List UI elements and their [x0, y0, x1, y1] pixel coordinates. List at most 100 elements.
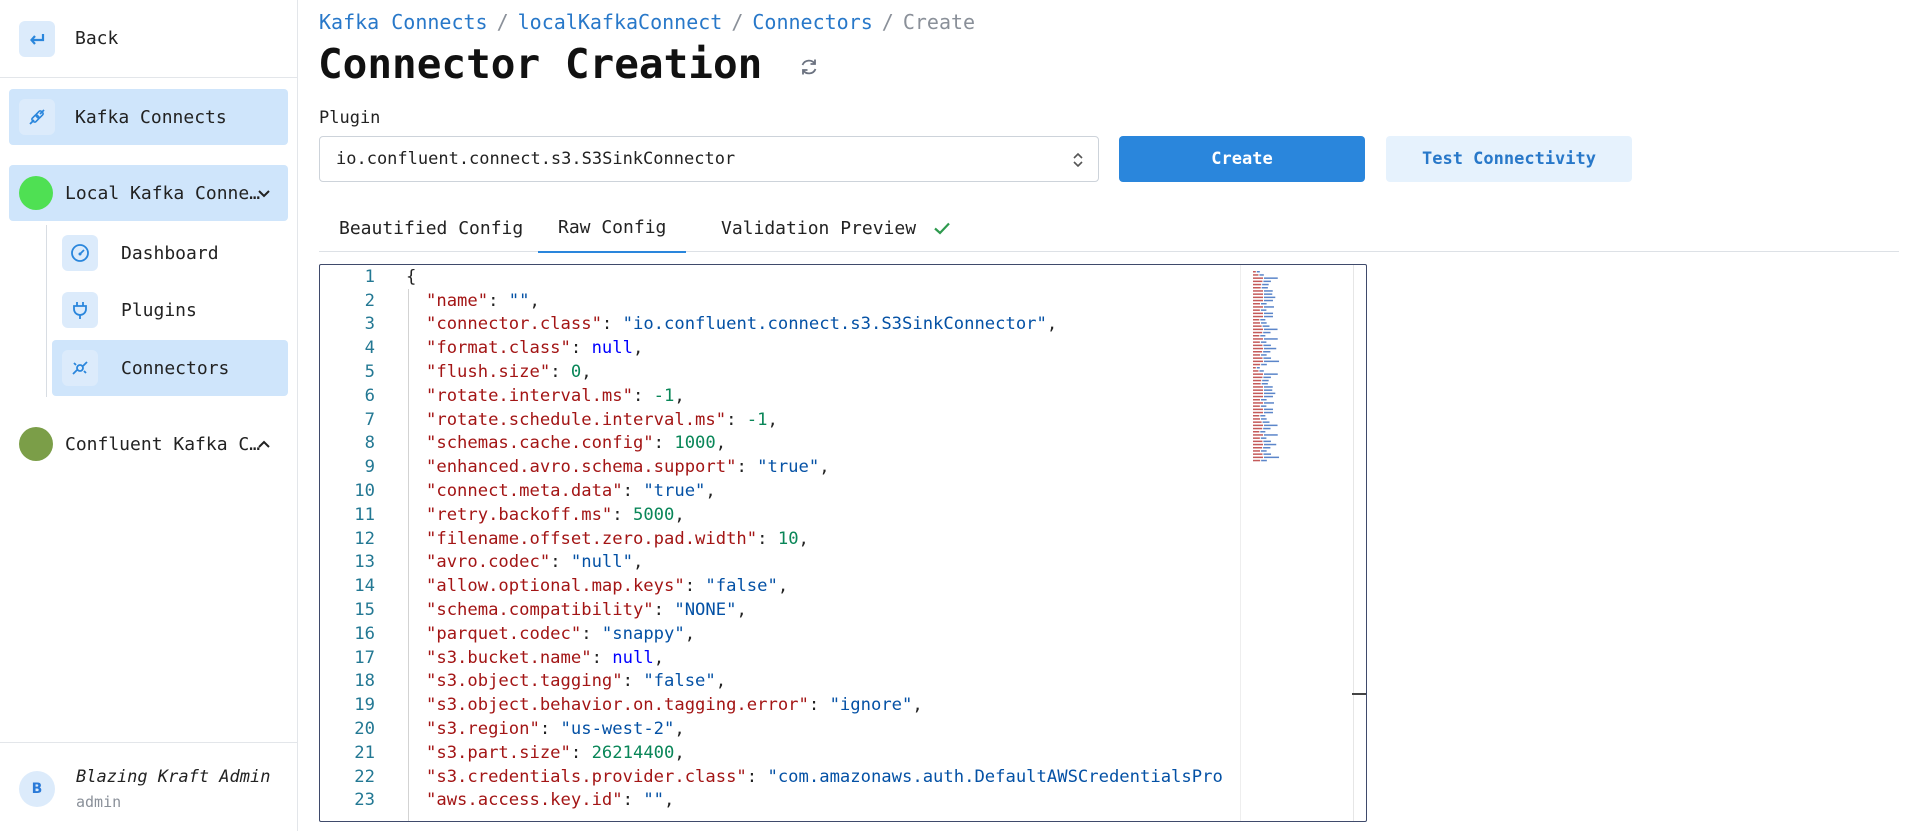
code-token: "filename.offset.zero.pad.width": [426, 528, 758, 549]
code-line[interactable]: 14 "allow.optional.map.keys": "false",: [320, 574, 1240, 598]
code-line[interactable]: 4 "format.class": null,: [320, 336, 1240, 360]
code-token: "": [643, 790, 665, 811]
code-token: ,: [1046, 314, 1058, 335]
code-token: ,: [664, 790, 675, 811]
tab-validation-preview[interactable]: Validation Preview: [701, 204, 972, 252]
line-number: 19: [354, 695, 375, 716]
back-label: Back: [75, 28, 119, 49]
sidebar-item-dashboard[interactable]: Dashboard: [52, 225, 288, 281]
code-token: "rotate.interval.ms": [426, 385, 633, 406]
user-profile[interactable]: B Blazing Kraft Admin admin: [0, 742, 298, 831]
code-line[interactable]: 7 "rotate.schedule.interval.ms": -1,: [320, 408, 1240, 432]
code-token: :: [570, 338, 592, 359]
code-line[interactable]: 6 "rotate.interval.ms": -1,: [320, 384, 1240, 408]
breadcrumb-link-local-kafka-connect[interactable]: localKafkaConnect: [518, 10, 723, 34]
code-line[interactable]: 18 "s3.object.tagging": "false",: [320, 670, 1240, 694]
code-token: :: [612, 504, 633, 525]
code-token: ,: [632, 552, 644, 573]
refresh-icon[interactable]: [798, 56, 820, 78]
breadcrumb-separator: /: [731, 10, 744, 34]
sidebar-item-kafka-connects[interactable]: Kafka Connects: [9, 89, 288, 145]
user-name: Blazing Kraft Admin: [76, 767, 271, 787]
line-number: 9: [364, 457, 375, 478]
code-text: "parquet.codec": "snappy",: [426, 624, 695, 644]
create-button[interactable]: Create: [1119, 136, 1365, 182]
code-line[interactable]: 5 "flush.size": 0,: [320, 360, 1240, 384]
code-token: :: [622, 481, 644, 502]
sidebar-item-confluent-kafka-connect[interactable]: Confluent Kafka C…: [9, 416, 288, 472]
code-token: "parquet.codec": [426, 623, 582, 644]
code-token: null: [591, 338, 633, 359]
minimap-preview: [1253, 271, 1280, 462]
code-token: 26214400: [591, 742, 675, 763]
line-number: 12: [354, 528, 375, 549]
code-line[interactable]: 2 "name": "",: [320, 289, 1240, 313]
scrollbar-track[interactable]: [1353, 265, 1354, 821]
tab-raw-config[interactable]: Raw Config: [538, 204, 687, 253]
code-token: "io.confluent.connect.s3.S3SinkConnector…: [622, 314, 1047, 335]
code-text: "s3.region": "us-west-2",: [426, 719, 685, 739]
code-line[interactable]: 1{: [320, 265, 1240, 289]
code-line[interactable]: 17 "s3.bucket.name": null,: [320, 646, 1240, 670]
check-icon: [934, 222, 950, 235]
code-line[interactable]: 9 "enhanced.avro.schema.support": "true",: [320, 455, 1240, 479]
back-button[interactable]: Back: [0, 0, 298, 78]
code-token: 1000: [674, 433, 716, 454]
code-token: ,: [674, 742, 685, 763]
code-token: 10: [777, 528, 799, 549]
code-line[interactable]: 16 "parquet.codec": "snappy",: [320, 622, 1240, 646]
code-line[interactable]: 10 "connect.meta.data": "true",: [320, 479, 1240, 503]
code-line[interactable]: 19 "s3.object.behavior.on.tagging.error":…: [320, 693, 1240, 717]
code-token: :: [550, 362, 571, 383]
code-token: "s3.object.tagging": [426, 671, 623, 692]
code-editor[interactable]: 1{2 "name": "", 3 "connector.class": "io.co…: [319, 264, 1367, 822]
minimap[interactable]: [1240, 265, 1366, 821]
connectors-icon: [62, 350, 98, 386]
code-line[interactable]: 20 "s3.region": "us-west-2",: [320, 717, 1240, 741]
code-token: "com.amazonaws.auth.DefaultAWSCredential…: [767, 766, 1223, 787]
code-token: :: [622, 790, 644, 811]
code-area[interactable]: 1{2 "name": "", 3 "connector.class": "io.co…: [320, 265, 1240, 821]
sidebar: Back Kafka Connects Local Kafka Conne… D…: [0, 0, 298, 831]
code-token: "false": [705, 576, 778, 597]
code-text: "enhanced.avro.schema.support": "true",: [426, 457, 830, 477]
breadcrumb-link-connectors[interactable]: Connectors: [752, 10, 872, 34]
sidebar-item-connectors[interactable]: Connectors: [52, 340, 288, 396]
code-line[interactable]: 13 "avro.codec": "null",: [320, 551, 1240, 575]
plugin-select[interactable]: io.confluent.connect.s3.S3SinkConnector: [319, 136, 1099, 182]
code-token: -1: [746, 409, 768, 430]
chevron-up-icon: [258, 440, 270, 448]
test-connectivity-button[interactable]: Test Connectivity: [1386, 136, 1632, 182]
code-line[interactable]: 8 "schemas.cache.config": 1000,: [320, 432, 1240, 456]
sidebar-item-local-kafka-connect[interactable]: Local Kafka Conne…: [9, 165, 288, 221]
code-token: ,: [777, 576, 789, 597]
code-token: :: [684, 576, 706, 597]
scrollbar-thumb[interactable]: [1352, 693, 1366, 695]
code-text: "rotate.interval.ms": -1,: [426, 386, 685, 406]
code-line[interactable]: 23 "aws.access.key.id": "",: [320, 789, 1240, 813]
code-line[interactable]: 11 "retry.backoff.ms": 5000,: [320, 503, 1240, 527]
code-token: "true": [643, 481, 706, 502]
code-text: "schema.compatibility": "NONE",: [426, 600, 747, 620]
plugin-select-value: io.confluent.connect.s3.S3SinkConnector: [336, 149, 736, 169]
code-line[interactable]: 3 "connector.class": "io.confluent.connec…: [320, 313, 1240, 337]
code-token: ,: [653, 647, 665, 668]
code-line[interactable]: 22 "s3.credentials.provider.class": "com.…: [320, 765, 1240, 789]
breadcrumb-link-kafka-connects[interactable]: Kafka Connects: [319, 10, 488, 34]
code-line[interactable]: 15 "schema.compatibility": "NONE",: [320, 598, 1240, 622]
code-token: ,: [819, 457, 830, 478]
code-token: :: [746, 766, 768, 787]
code-token: "s3.part.size": [426, 742, 571, 763]
code-line[interactable]: 12 "filename.offset.zero.pad.width": 10,: [320, 527, 1240, 551]
code-token: ,: [715, 433, 727, 454]
code-token: null: [612, 647, 654, 668]
sidebar-item-plugins[interactable]: Plugins: [52, 282, 288, 338]
code-token: ,: [674, 719, 685, 740]
tab-label: Validation Preview: [721, 217, 917, 239]
code-token: ,: [684, 623, 696, 644]
tab-beautified-config[interactable]: Beautified Config: [319, 204, 543, 252]
code-text: "schemas.cache.config": 1000,: [426, 433, 726, 453]
code-line[interactable]: 21 "s3.part.size": 26214400,: [320, 741, 1240, 765]
sidebar-item-label: Plugins: [121, 299, 197, 321]
code-token: "false": [643, 671, 716, 692]
